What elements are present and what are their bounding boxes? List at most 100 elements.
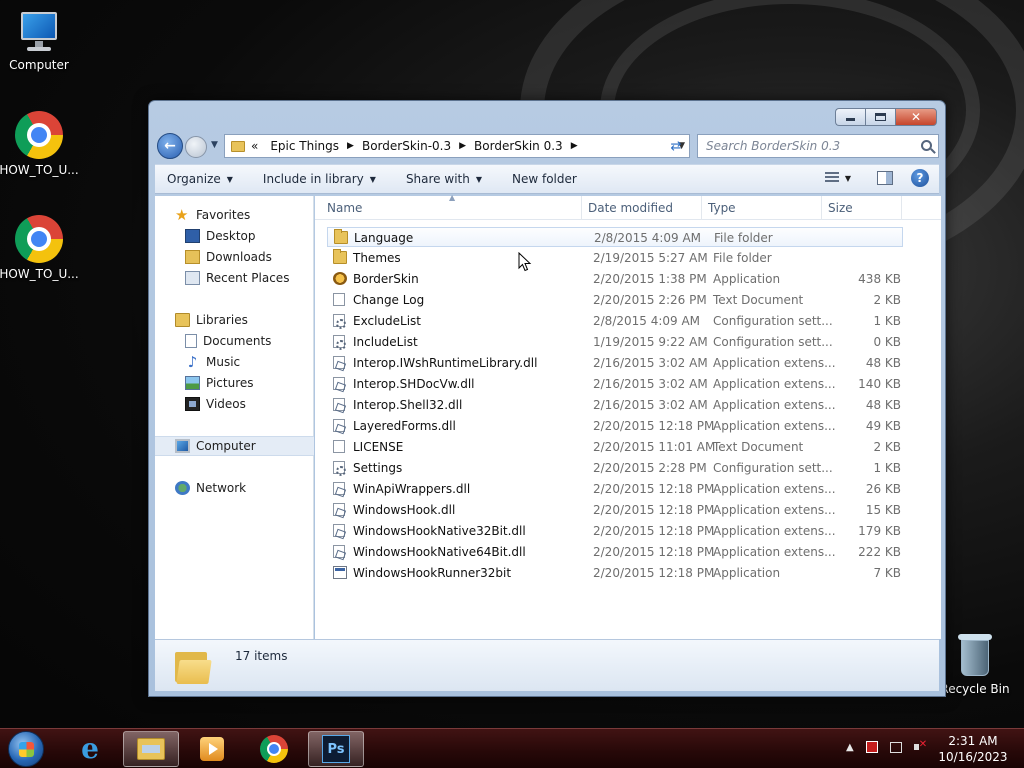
taskbar-media-player[interactable] bbox=[184, 731, 240, 767]
column-header-name[interactable]: Name bbox=[327, 201, 362, 215]
forward-button[interactable] bbox=[185, 136, 207, 158]
column-header-date[interactable]: Date modified bbox=[588, 201, 673, 215]
column-divider[interactable] bbox=[701, 196, 702, 220]
address-bar[interactable]: « Epic Things ▶ BorderSkin-0.3 ▶ BorderS… bbox=[224, 134, 690, 158]
search-icon[interactable] bbox=[921, 140, 932, 151]
nav-recent-places[interactable]: Recent Places bbox=[155, 268, 314, 288]
maximize-button[interactable] bbox=[865, 108, 895, 126]
file-row[interactable]: ExcludeList 2/8/2015 4:09 AM Configuration… bbox=[327, 311, 903, 331]
close-icon: ✕ bbox=[910, 110, 922, 124]
file-row[interactable]: LayeredForms.dll 2/20/2015 12:18 PM Applic… bbox=[327, 416, 903, 436]
volume-muted-icon[interactable] bbox=[913, 739, 927, 753]
search-input[interactable]: Search BorderSkin 0.3 bbox=[706, 139, 840, 153]
file-type: Configuration sett... bbox=[713, 335, 833, 349]
file-row[interactable]: IncludeList 1/19/2015 9:22 AM Configuratio… bbox=[327, 332, 903, 352]
file-row[interactable]: BorderSkin 2/20/2015 1:38 PM Application 43… bbox=[327, 269, 903, 289]
breadcrumb-overflow[interactable]: « bbox=[251, 139, 258, 153]
nav-videos[interactable]: Videos bbox=[155, 394, 314, 414]
desktop-icon-recycle-bin[interactable]: Recycle Bin bbox=[934, 632, 1016, 696]
file-type: Text Document bbox=[713, 293, 804, 307]
action-center-icon[interactable] bbox=[865, 741, 878, 753]
file-row[interactable]: Themes 2/19/2015 5:27 AM File folder bbox=[327, 248, 903, 268]
nav-label: Network bbox=[196, 481, 247, 495]
taskbar-chrome[interactable] bbox=[246, 731, 302, 767]
details-view-icon[interactable] bbox=[824, 172, 839, 184]
search-box[interactable]: Search BorderSkin 0.3 bbox=[697, 134, 939, 158]
recent-pages-button[interactable]: ▼ bbox=[211, 140, 218, 150]
share-with-button[interactable]: Share with ▼ bbox=[406, 172, 482, 186]
chevron-right-icon[interactable]: ▶ bbox=[571, 141, 578, 151]
folder-file-icon bbox=[334, 229, 348, 244]
file-type: Application extens... bbox=[713, 419, 836, 433]
file-row[interactable]: WindowsHook.dll 2/20/2015 12:18 PM Applica… bbox=[327, 500, 903, 520]
close-button[interactable]: ✕ bbox=[895, 108, 937, 126]
column-header-size[interactable]: Size bbox=[828, 201, 853, 215]
preview-pane-icon[interactable] bbox=[877, 171, 893, 185]
minimize-icon bbox=[846, 118, 855, 121]
view-controls: ▼ ? bbox=[824, 169, 929, 187]
file-name: WindowsHookNative64Bit.dll bbox=[353, 545, 526, 559]
nav-network[interactable]: Network bbox=[155, 478, 314, 498]
dll-file-icon bbox=[333, 482, 345, 495]
organize-button[interactable]: Organize ▼ bbox=[167, 172, 233, 186]
nav-desktop[interactable]: Desktop bbox=[155, 226, 314, 246]
breadcrumb-borderskin-03[interactable]: BorderSkin 0.3 bbox=[474, 139, 563, 153]
start-button[interactable] bbox=[8, 731, 44, 767]
nav-label: Recent Places bbox=[206, 271, 290, 285]
file-row[interactable]: Interop.SHDocVw.dll 2/16/2015 3:02 AM Appl… bbox=[327, 374, 903, 394]
desktop-icon-computer[interactable]: Computer bbox=[0, 10, 80, 72]
photoshop-icon: Ps bbox=[322, 735, 350, 763]
file-row[interactable]: LICENSE 2/20/2015 11:01 AM Text Document 2 … bbox=[327, 437, 903, 457]
clock-date: 10/16/2023 bbox=[938, 750, 1008, 764]
file-type: Application extens... bbox=[713, 377, 836, 391]
file-row[interactable]: Language 2/8/2015 4:09 AM File folder bbox=[327, 227, 903, 247]
back-button[interactable]: ← bbox=[157, 133, 183, 159]
chevron-right-icon[interactable]: ▶ bbox=[459, 141, 466, 151]
nav-downloads[interactable]: Downloads bbox=[155, 247, 314, 267]
new-folder-button[interactable]: New folder bbox=[512, 172, 577, 186]
include-in-library-button[interactable]: Include in library ▼ bbox=[263, 172, 376, 186]
file-name: WindowsHookNative32Bit.dll bbox=[353, 524, 526, 538]
file-type: Configuration sett... bbox=[713, 461, 833, 475]
minimize-button[interactable] bbox=[835, 108, 865, 126]
file-row[interactable]: WindowsHookRunner32bit 2/20/2015 12:18 PM… bbox=[327, 563, 903, 583]
column-divider[interactable] bbox=[581, 196, 582, 220]
nav-documents[interactable]: Documents bbox=[155, 331, 314, 351]
taskbar-windows-explorer[interactable] bbox=[123, 731, 179, 767]
nav-pictures[interactable]: Pictures bbox=[155, 373, 314, 393]
nav-computer[interactable]: Computer bbox=[155, 436, 314, 456]
column-divider[interactable] bbox=[901, 196, 902, 220]
clock[interactable]: 2:31 AM 10/16/2023 bbox=[938, 733, 1008, 765]
file-row[interactable]: Interop.IWshRuntimeLibrary.dll 2/16/2015 … bbox=[327, 353, 903, 373]
taskbar-internet-explorer[interactable]: e bbox=[62, 731, 118, 767]
file-row[interactable]: Change Log 2/20/2015 2:26 PM Text Document… bbox=[327, 290, 903, 310]
file-name: Language bbox=[354, 231, 414, 245]
column-divider[interactable] bbox=[821, 196, 822, 220]
pictures-icon bbox=[185, 376, 200, 390]
taskbar-photoshop[interactable]: Ps bbox=[308, 731, 364, 767]
explorer-window[interactable]: ✕ ← ▼ « Epic Things ▶ BorderSkin-0.3 ▶ B… bbox=[148, 100, 946, 697]
nav-music[interactable]: ♪ Music bbox=[155, 352, 314, 372]
file-row[interactable]: WindowsHookNative64Bit.dll 2/20/2015 12:1… bbox=[327, 542, 903, 562]
help-icon[interactable]: ? bbox=[911, 169, 929, 187]
network-tray-icon[interactable] bbox=[889, 741, 902, 753]
show-hidden-icons-button[interactable]: ▲ bbox=[846, 742, 854, 753]
refresh-button[interactable]: ⇄ bbox=[665, 134, 687, 158]
chevron-down-icon[interactable]: ▼ bbox=[845, 174, 851, 183]
chevron-right-icon[interactable]: ▶ bbox=[347, 141, 354, 151]
breadcrumb-epic-things[interactable]: Epic Things bbox=[270, 139, 339, 153]
file-name: Interop.SHDocVw.dll bbox=[353, 377, 475, 391]
file-row[interactable]: Settings 2/20/2015 2:28 PM Configuration s… bbox=[327, 458, 903, 478]
file-list[interactable]: ▲ Name Date modified Type Size Language 2… bbox=[315, 193, 941, 639]
desktop-icon-chrome-1[interactable]: HOW_TO_U... bbox=[0, 111, 80, 177]
file-row[interactable]: WinApiWrappers.dll 2/20/2015 12:18 PM Appl… bbox=[327, 479, 903, 499]
column-header-type[interactable]: Type bbox=[708, 201, 736, 215]
file-row[interactable]: Interop.Shell32.dll 2/16/2015 3:02 AM Appl… bbox=[327, 395, 903, 415]
desktop-icon-chrome-2[interactable]: HOW_TO_U... bbox=[0, 215, 80, 281]
file-row[interactable]: WindowsHookNative32Bit.dll 2/20/2015 12:1… bbox=[327, 521, 903, 541]
file-type: Application extens... bbox=[713, 545, 836, 559]
breadcrumb-borderskin-03-dash[interactable]: BorderSkin-0.3 bbox=[362, 139, 451, 153]
file-date-modified: 2/16/2015 3:02 AM bbox=[593, 398, 708, 412]
nav-favorites[interactable]: ★ Favorites bbox=[155, 205, 314, 225]
nav-libraries[interactable]: Libraries bbox=[155, 310, 314, 330]
